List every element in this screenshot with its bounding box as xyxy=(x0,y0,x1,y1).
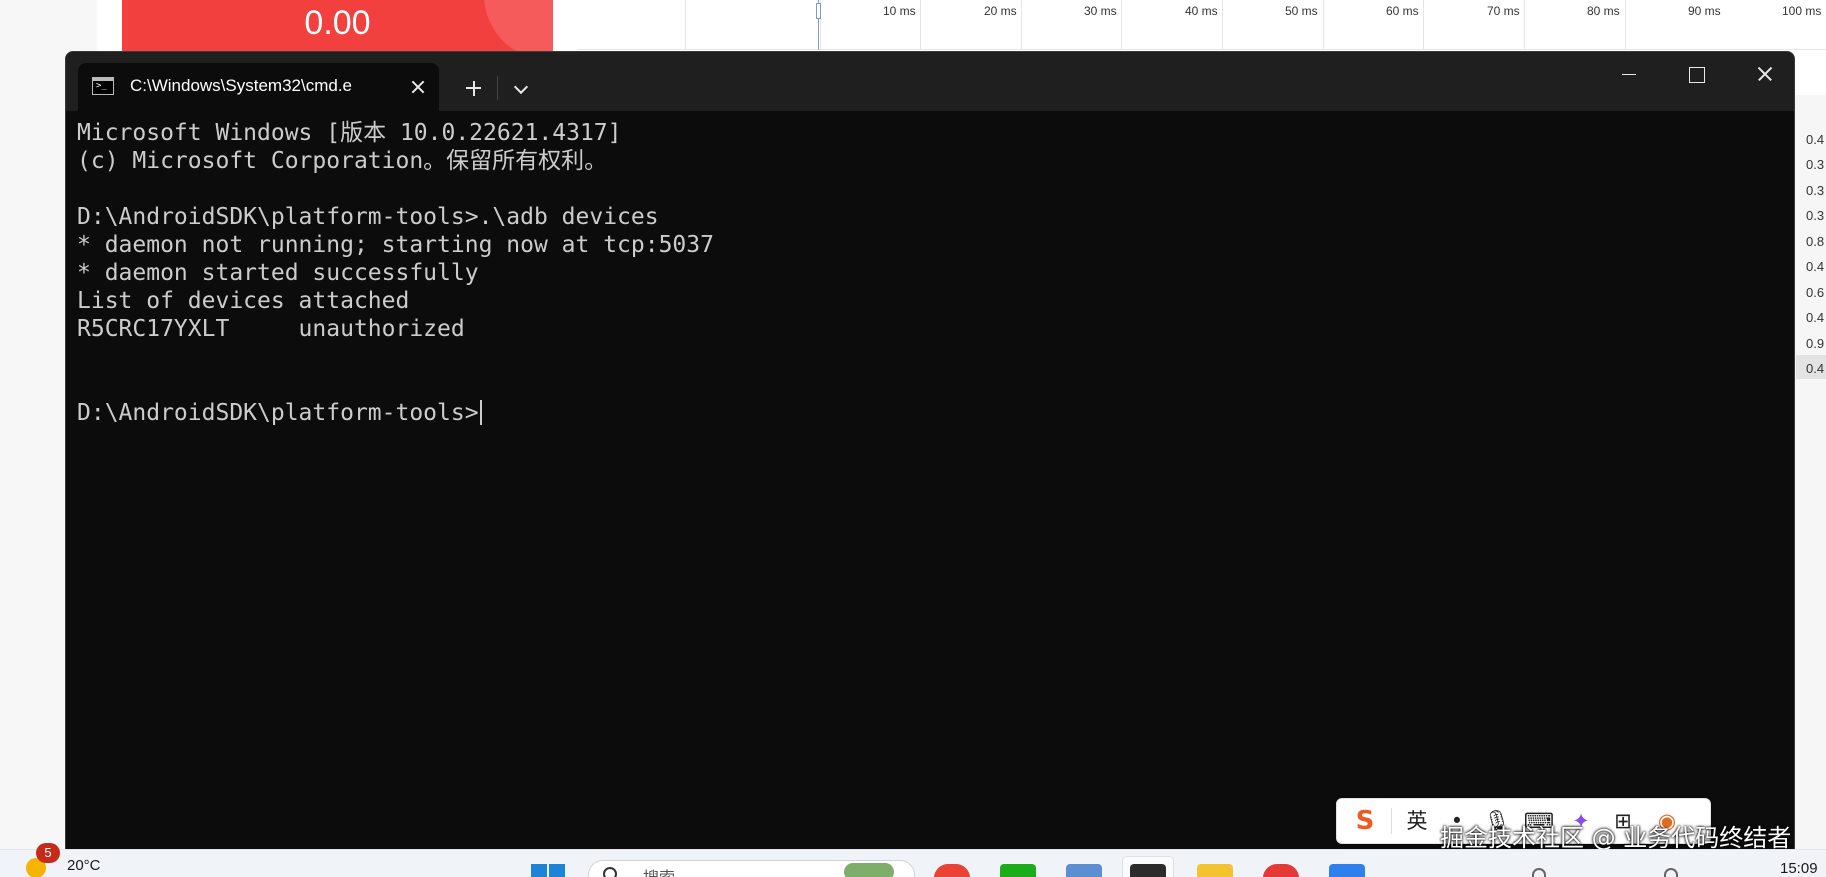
terminal-titlebar[interactable]: >_ C:\Windows\System32\cmd.e xyxy=(66,52,1794,111)
timeline-tick-label: 90 ms xyxy=(1688,4,1721,18)
close-button[interactable] xyxy=(1739,57,1789,91)
ime-mode-toggle[interactable]: 英 xyxy=(1397,799,1437,843)
taskbar: 5 20°C 搜索 15:09 xyxy=(0,843,1826,877)
background-value: 0.4 xyxy=(1806,259,1825,274)
terminal-line: Microsoft Windows [版本 10.0.22621.4317] xyxy=(77,120,622,146)
calculator-icon[interactable] xyxy=(1066,864,1102,877)
terminal-icon[interactable] xyxy=(1130,864,1166,877)
background-value: 0.4 xyxy=(1806,310,1825,325)
ime-divider xyxy=(1391,808,1392,834)
browser-icon[interactable] xyxy=(1263,864,1299,877)
timeline-gridline xyxy=(1625,0,1626,50)
tab-divider xyxy=(497,76,498,100)
timeline-tick-label: 40 ms xyxy=(1185,4,1218,18)
windows-start-icon[interactable] xyxy=(531,864,567,877)
terminal-line: (c) Microsoft Corporation。保留所有权利。 xyxy=(77,148,608,174)
sogou-logo-icon[interactable]: S xyxy=(1345,799,1385,843)
terminal-line: * daemon not running; starting now at tc… xyxy=(77,232,714,258)
file-explorer-icon[interactable] xyxy=(1197,864,1233,877)
timeline-gridline xyxy=(920,0,921,50)
timeline-tick-label: 100 ms xyxy=(1782,4,1822,18)
clock-time[interactable]: 15:09 xyxy=(1780,860,1818,877)
timeline-tick-label: 80 ms xyxy=(1587,4,1620,18)
watermark-text: 掘金技术社区 @ 业务代码终结者 xyxy=(1440,824,1792,852)
background-value: 0.3 xyxy=(1806,183,1825,198)
new-tab-button[interactable] xyxy=(455,73,491,103)
tab-cmd[interactable]: >_ C:\Windows\System32\cmd.e xyxy=(78,63,439,111)
timeline-gridline xyxy=(1121,0,1122,50)
chrome-icon[interactable] xyxy=(934,864,970,877)
terminal-line: D:\AndroidSDK\platform-tools>.\adb devic… xyxy=(77,204,659,230)
network-icon[interactable] xyxy=(1664,868,1678,877)
calendar-icon[interactable] xyxy=(1329,864,1365,877)
tab-title: C:\Windows\System32\cmd.e xyxy=(130,76,353,95)
timeline-tick-label: 60 ms xyxy=(1386,4,1419,18)
wechat-icon[interactable] xyxy=(1000,864,1036,877)
timeline-tick-label: 20 ms xyxy=(984,4,1017,18)
background-value: 0.4 xyxy=(1806,361,1825,376)
terminal-line: List of devices attached xyxy=(77,288,410,314)
tray-icon[interactable] xyxy=(1532,868,1546,877)
terminal-window[interactable]: >_ C:\Windows\System32\cmd.e Microsoft W… xyxy=(65,51,1795,851)
metric-value: 0.00 xyxy=(304,4,371,42)
timeline-tick-label: 30 ms xyxy=(1084,4,1117,18)
timeline-gridline xyxy=(1323,0,1324,50)
terminal-line: R5CRC17YXLT unauthorized xyxy=(77,316,465,342)
timeline-gridline xyxy=(685,0,686,50)
taskbar-search[interactable]: 搜索 xyxy=(588,860,915,877)
background-value: 0.4 xyxy=(1806,132,1825,147)
chevron-down-icon[interactable] xyxy=(503,73,539,103)
search-placeholder: 搜索 xyxy=(643,864,675,877)
cmd-icon: >_ xyxy=(92,77,114,95)
search-icon xyxy=(603,867,617,877)
minimize-button[interactable] xyxy=(1604,57,1654,91)
timeline-gridline xyxy=(1021,0,1022,50)
timeline-gridline xyxy=(1423,0,1424,50)
search-highlight-icon xyxy=(844,863,894,877)
maximize-button[interactable] xyxy=(1671,57,1721,91)
terminal-prompt-line[interactable]: D:\AndroidSDK\platform-tools> xyxy=(77,399,1777,427)
timeline-tick-label: 10 ms xyxy=(883,4,916,18)
background-timeline: 10 ms 20 ms 30 ms 40 ms 50 ms 60 ms 70 m… xyxy=(578,0,1826,50)
background-value: 0.3 xyxy=(1806,157,1825,172)
background-value: 0.3 xyxy=(1806,208,1825,223)
background-metric-card: 0.00 xyxy=(122,0,553,52)
weather-badge: 5 xyxy=(36,843,60,863)
background-value: 0.8 xyxy=(1806,234,1825,249)
weather-temperature[interactable]: 20°C xyxy=(67,857,101,874)
timeline-gridline xyxy=(1524,0,1525,50)
terminal-line: * daemon started successfully xyxy=(77,260,479,286)
timeline-cursor-handle[interactable] xyxy=(816,3,821,19)
timeline-tick-label: 70 ms xyxy=(1487,4,1520,18)
terminal-output[interactable]: Microsoft Windows [版本 10.0.22621.4317] (… xyxy=(77,119,1777,839)
tab-close-icon[interactable] xyxy=(404,73,432,101)
timeline-gridline xyxy=(1222,0,1223,50)
background-value: 0.6 xyxy=(1806,285,1825,300)
timeline-tick-label: 50 ms xyxy=(1285,4,1318,18)
terminal-prompt: D:\AndroidSDK\platform-tools> xyxy=(77,400,479,426)
background-value: 0.9 xyxy=(1806,336,1825,351)
text-cursor xyxy=(479,400,482,425)
desktop: 0.00 10 ms 20 ms 30 ms 40 ms 50 ms 60 ms… xyxy=(0,0,1826,877)
